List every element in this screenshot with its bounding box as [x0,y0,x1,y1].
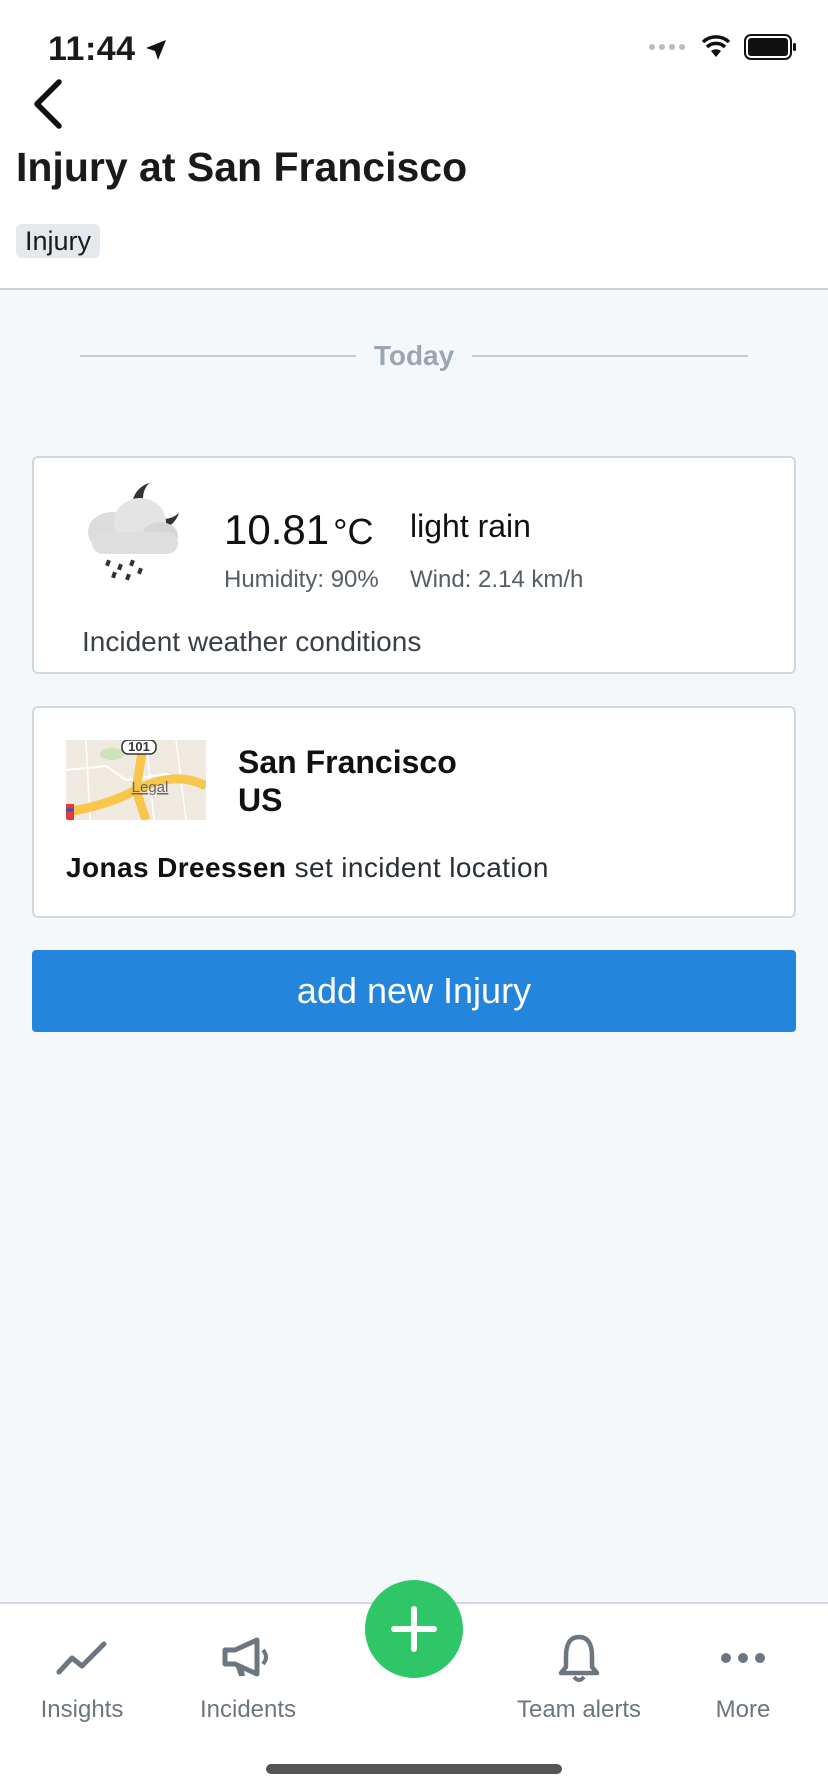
humidity: Humidity: 90% [224,566,379,593]
megaphone-icon [222,1637,268,1677]
location-country: US [238,782,283,818]
tab-team-alerts[interactable]: Team alerts [504,1628,654,1738]
map-thumbnail[interactable]: 101 Legal [66,740,206,820]
location-card[interactable]: 101 Legal San Francisco US Jonas Dreesse… [32,706,796,918]
weather-caption: Incident weather conditions [82,626,422,657]
divider-label: Today [373,340,455,371]
header: 11:44 Injury at San Francisco Injury [0,0,828,290]
incident-type-tag: Injury [16,224,101,258]
divider-line-right [472,355,749,357]
weather-card: 10.81 °C light rain Humidity: 90% Wind: 2… [32,456,796,674]
add-incident-fab[interactable] [365,1580,463,1678]
home-indicator[interactable] [266,1764,562,1774]
tab-insights[interactable]: Insights [7,1628,157,1738]
tab-more[interactable]: More [668,1628,818,1738]
divider-line-left [80,355,356,357]
plus-icon [391,1606,437,1652]
activity-actor: Jonas Dreessen [66,852,287,883]
tab-incidents-label: Incidents [199,1696,297,1723]
chevron-left-icon [34,79,62,129]
tab-team-alerts-label: Team alerts [516,1696,642,1723]
battery-icon [744,34,796,60]
temperature-unit: °C [333,511,374,552]
page-title: Injury at San Francisco [16,144,468,190]
timeline-divider: Today [80,336,749,376]
tab-more-label: More [715,1696,771,1723]
location-city: San Francisco [238,744,457,780]
location-activity: Jonas Dreessen set incident location [66,852,549,884]
trend-line-icon [56,1641,107,1675]
activity-action: set incident location [294,852,549,883]
wind-speed: Wind: 2.14 km/h [410,566,584,593]
more-dots-icon [721,1653,765,1663]
map-thumbnail-image: 101 Legal [66,740,206,820]
cellular-signal-icon [649,44,685,50]
wifi-icon [701,35,731,57]
tab-incidents[interactable]: Incidents [173,1628,323,1738]
temperature: 10.81 °C [224,506,374,554]
rain-cloud-night-icon [88,477,185,581]
tab-insights-label: Insights [40,1696,124,1723]
temperature-value: 10.81 [224,506,330,553]
map-route-label: 101 [128,740,150,754]
status-time-text: 11:44 [48,30,136,68]
status-time: 11:44 [48,30,168,69]
add-new-injury-button[interactable]: add new Injury [32,950,796,1032]
weather-condition: light rain [410,508,531,544]
map-legal-link[interactable]: Legal [132,779,169,796]
location-arrow-icon [145,39,166,60]
bell-icon [558,1634,600,1682]
status-indicators [648,34,798,60]
back-button[interactable] [18,72,78,136]
